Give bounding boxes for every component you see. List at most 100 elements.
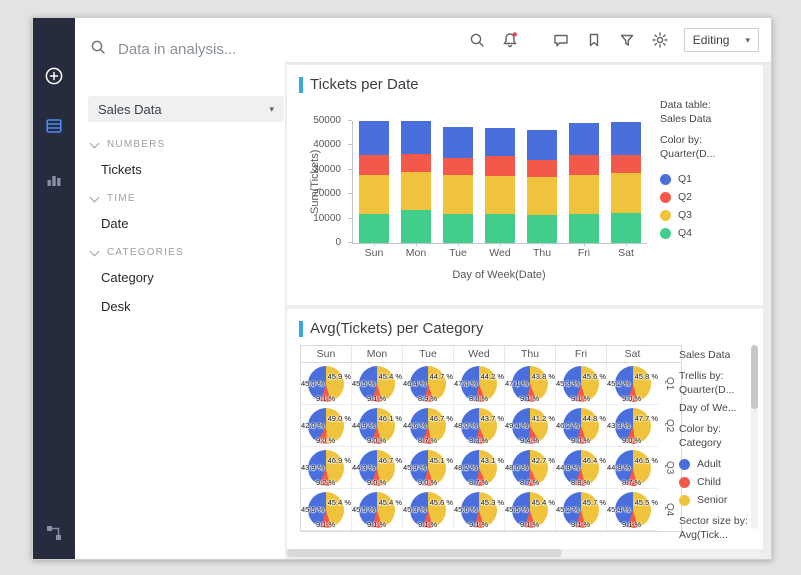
trellis-cell-q3-tue[interactable]: 45.9 %45.1 %9.0 % [403,447,454,489]
scrollbar-thumb[interactable] [287,549,562,557]
bar-segment-q3[interactable] [527,177,557,215]
trellis-cell-q1-tue[interactable]: 46.4 %44.7 %8.9 % [403,363,454,405]
bar-segment-q4[interactable] [527,215,557,243]
trellis-cell-q3-mon[interactable]: 44.3 %46.7 %9.0 % [352,447,403,489]
trellis-cell-q3-sat[interactable]: 44.8 %46.5 %8.7 % [607,447,658,489]
bar-segment-q4[interactable] [569,214,599,243]
bar-chart-panel[interactable]: Tickets per Date Sum(Tickets) 0100002000… [287,65,763,305]
comments-icon[interactable] [552,31,570,49]
trellis-cell-q4-sat[interactable]: 45.4 %45.5 %9.1 % [607,489,658,531]
trellis-cell-q2-tue[interactable]: 44.6 %46.7 %8.7 % [403,405,454,447]
bar-segment-q2[interactable] [569,155,599,175]
trellis-cell-q1-mon[interactable]: 45.5 %45.4 %9.1 % [352,363,403,405]
data-field-desk[interactable]: Desk [75,292,285,321]
bar-fri[interactable] [569,123,599,243]
trellis-cell-q3-sun[interactable]: 43.9 %46.9 %9.2 % [301,447,352,489]
legend-item-q3[interactable]: Q3 [660,206,760,224]
bar-segment-q1[interactable] [401,121,431,154]
pie-label-child: 9.1 % [571,520,590,529]
visualization-types-icon[interactable] [44,170,64,190]
trellis-cell-q1-fri[interactable]: 45.3 %45.6 %9.1 % [556,363,607,405]
data-section-time[interactable]: TIME [75,184,285,209]
trellis-cell-q3-fri[interactable]: 44.8 %46.4 %8.8 % [556,447,607,489]
bar-segment-q2[interactable] [527,160,557,177]
data-field-date[interactable]: Date [75,209,285,238]
bar-segment-q3[interactable] [443,175,473,214]
bar-thu[interactable] [527,130,557,243]
legend-item-senior[interactable]: Senior [679,491,759,509]
pie-label-child: 9.1 % [367,394,386,403]
trellis-cell-q1-sat[interactable]: 45.2 %45.8 %9.0 % [607,363,658,405]
legend-item-adult[interactable]: Adult [679,455,759,473]
data-section-numbers[interactable]: NUMBERS [75,130,285,155]
bar-segment-q3[interactable] [359,175,389,214]
bar-segment-q2[interactable] [611,155,641,173]
legend-item-child[interactable]: Child [679,473,759,491]
trellis-cell-q2-fri[interactable]: 46.2 %44.8 %9.0 % [556,405,607,447]
trellis-cell-q2-thu[interactable]: 49.4 %41.2 %9.4 % [505,405,556,447]
scrollbar-thumb[interactable] [751,345,758,409]
bar-sun[interactable] [359,121,389,243]
trellis-cell-q4-thu[interactable]: 45.5 %45.4 %9.1 % [505,489,556,531]
trellis-cell-q1-thu[interactable]: 47.1 %43.8 %9.1 % [505,363,556,405]
trellis-cell-q1-sun[interactable]: 45.0 %45.9 %9.1 % [301,363,352,405]
trellis-cell-q4-mon[interactable]: 45.5 %45.4 %9.1 % [352,489,403,531]
legend-scrollbar[interactable] [751,345,758,529]
bar-segment-q3[interactable] [569,175,599,214]
bar-segment-q3[interactable] [401,172,431,210]
bar-segment-q1[interactable] [359,121,389,155]
data-in-analysis-icon[interactable] [44,116,64,136]
bar-mon[interactable] [401,121,431,243]
bar-segment-q1[interactable] [485,128,515,156]
add-visualization-icon[interactable] [44,66,64,86]
legend-item-q4[interactable]: Q4 [660,224,760,242]
bar-segment-q4[interactable] [359,214,389,243]
settings-gear-icon[interactable] [651,31,669,49]
data-field-category[interactable]: Category [75,263,285,292]
legend-item-q1[interactable]: Q1 [660,170,760,188]
data-field-tickets[interactable]: Tickets [75,155,285,184]
bar-segment-q4[interactable] [611,213,641,244]
data-table-selector[interactable]: Sales Data ▾ [88,96,284,122]
bookmarks-icon[interactable] [585,31,603,49]
bar-tue[interactable] [443,127,473,243]
bar-segment-q3[interactable] [611,173,641,212]
legend-item-q2[interactable]: Q2 [660,188,760,206]
trellis-cell-q4-tue[interactable]: 45.3 %45.6 %9.1 % [403,489,454,531]
trellis-cell-q4-fri[interactable]: 45.2 %45.7 %9.1 % [556,489,607,531]
bar-wed[interactable] [485,128,515,243]
trellis-cell-q4-sun[interactable]: 45.5 %45.4 %9.1 % [301,489,352,531]
trellis-cell-q2-sun[interactable]: 42.0 %49.0 %9.0 % [301,405,352,447]
bar-segment-q4[interactable] [485,214,515,243]
bar-segment-q1[interactable] [527,130,557,161]
trellis-cell-q2-wed[interactable]: 48.0 %43.7 %8.3 % [454,405,505,447]
bar-segment-q3[interactable] [485,176,515,214]
bar-sat[interactable] [611,122,641,243]
bar-segment-q2[interactable] [485,156,515,176]
trellis-cell-q2-sat[interactable]: 43.3 %47.7 %9.0 % [607,405,658,447]
bar-segment-q1[interactable] [443,127,473,158]
horizontal-scrollbar[interactable] [287,549,761,557]
trellis-cell-q1-wed[interactable]: 47.0 %44.2 %8.8 % [454,363,505,405]
bar-segment-q2[interactable] [359,155,389,175]
pie-label-adult: 44.3 % [352,463,375,472]
data-search-input[interactable]: Data in analysis... [89,36,236,62]
editing-mode-dropdown[interactable]: Editing ▾ [684,28,759,52]
bar-segment-q2[interactable] [443,158,473,175]
pie-trellis-panel[interactable]: Avg(Tickets) per Category SunMonTueWedTh… [287,309,763,549]
bar-segment-q1[interactable] [611,122,641,155]
trellis-cell-q2-mon[interactable]: 44.9 %46.1 %9.0 % [352,405,403,447]
filters-icon[interactable] [618,31,636,49]
notifications-bell-icon[interactable] [501,31,519,49]
bar-segment-q4[interactable] [401,210,431,243]
pie-label-senior: 45.8 % [635,372,658,381]
data-section-categories[interactable]: CATEGORIES [75,238,285,263]
trellis-cell-q3-thu[interactable]: 48.6 %42.7 %8.7 % [505,447,556,489]
bar-segment-q1[interactable] [569,123,599,155]
data-relations-icon[interactable] [44,523,64,543]
bar-segment-q4[interactable] [443,214,473,243]
trellis-cell-q3-wed[interactable]: 48.2 %43.1 %8.7 % [454,447,505,489]
search-icon[interactable] [468,31,486,49]
trellis-cell-q4-wed[interactable]: 45.6 %45.3 %9.1 % [454,489,505,531]
bar-segment-q2[interactable] [401,154,431,172]
